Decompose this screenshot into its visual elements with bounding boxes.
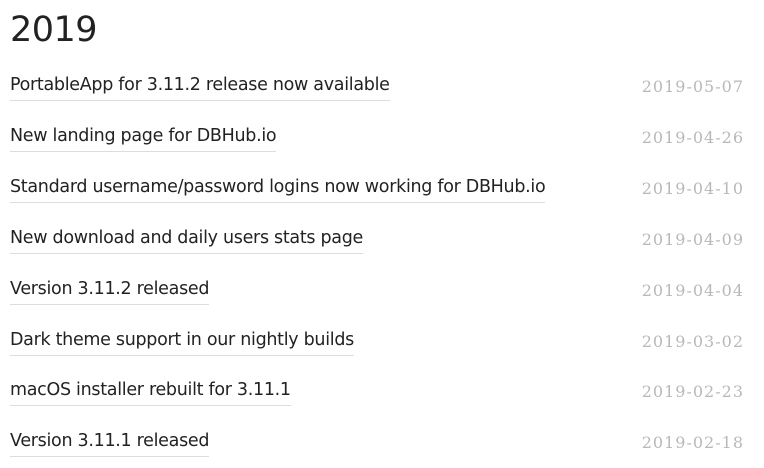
- post-date: 2019-03-02: [641, 332, 744, 351]
- post-title-link[interactable]: PortableApp for 3.11.2 release now avail…: [10, 72, 390, 101]
- post-item: New landing page for DBHub.io 2019-04-26: [0, 123, 764, 163]
- year-heading: 2019: [10, 10, 98, 50]
- post-title-link[interactable]: New download and daily users stats page: [10, 225, 363, 254]
- post-title-link[interactable]: macOS installer rebuilt for 3.11.1: [10, 377, 291, 406]
- post-date: 2019-04-04: [641, 281, 744, 300]
- post-date: 2019-02-18: [641, 433, 744, 452]
- post-item: Standard username/password logins now wo…: [0, 174, 764, 214]
- post-title-link[interactable]: Standard username/password logins now wo…: [10, 174, 546, 203]
- post-title-link[interactable]: Version 3.11.2 released: [10, 276, 209, 305]
- post-item: PortableApp for 3.11.2 release now avail…: [0, 72, 764, 112]
- post-date: 2019-04-10: [641, 179, 744, 198]
- post-item: Version 3.11.1 released 2019-02-18: [0, 428, 764, 468]
- post-item: Dark theme support in our nightly builds…: [0, 327, 764, 367]
- post-title-link[interactable]: Dark theme support in our nightly builds: [10, 327, 354, 356]
- post-date: 2019-02-23: [641, 382, 744, 401]
- post-item: New download and daily users stats page …: [0, 225, 764, 265]
- post-title-link[interactable]: New landing page for DBHub.io: [10, 123, 277, 152]
- post-title-link[interactable]: Version 3.11.1 released: [10, 428, 209, 457]
- post-date: 2019-04-09: [641, 230, 744, 249]
- post-date: 2019-05-07: [641, 77, 744, 96]
- post-date: 2019-04-26: [641, 128, 744, 147]
- post-item: Version 3.11.2 released 2019-04-04: [0, 276, 764, 316]
- post-item: macOS installer rebuilt for 3.11.1 2019-…: [0, 377, 764, 417]
